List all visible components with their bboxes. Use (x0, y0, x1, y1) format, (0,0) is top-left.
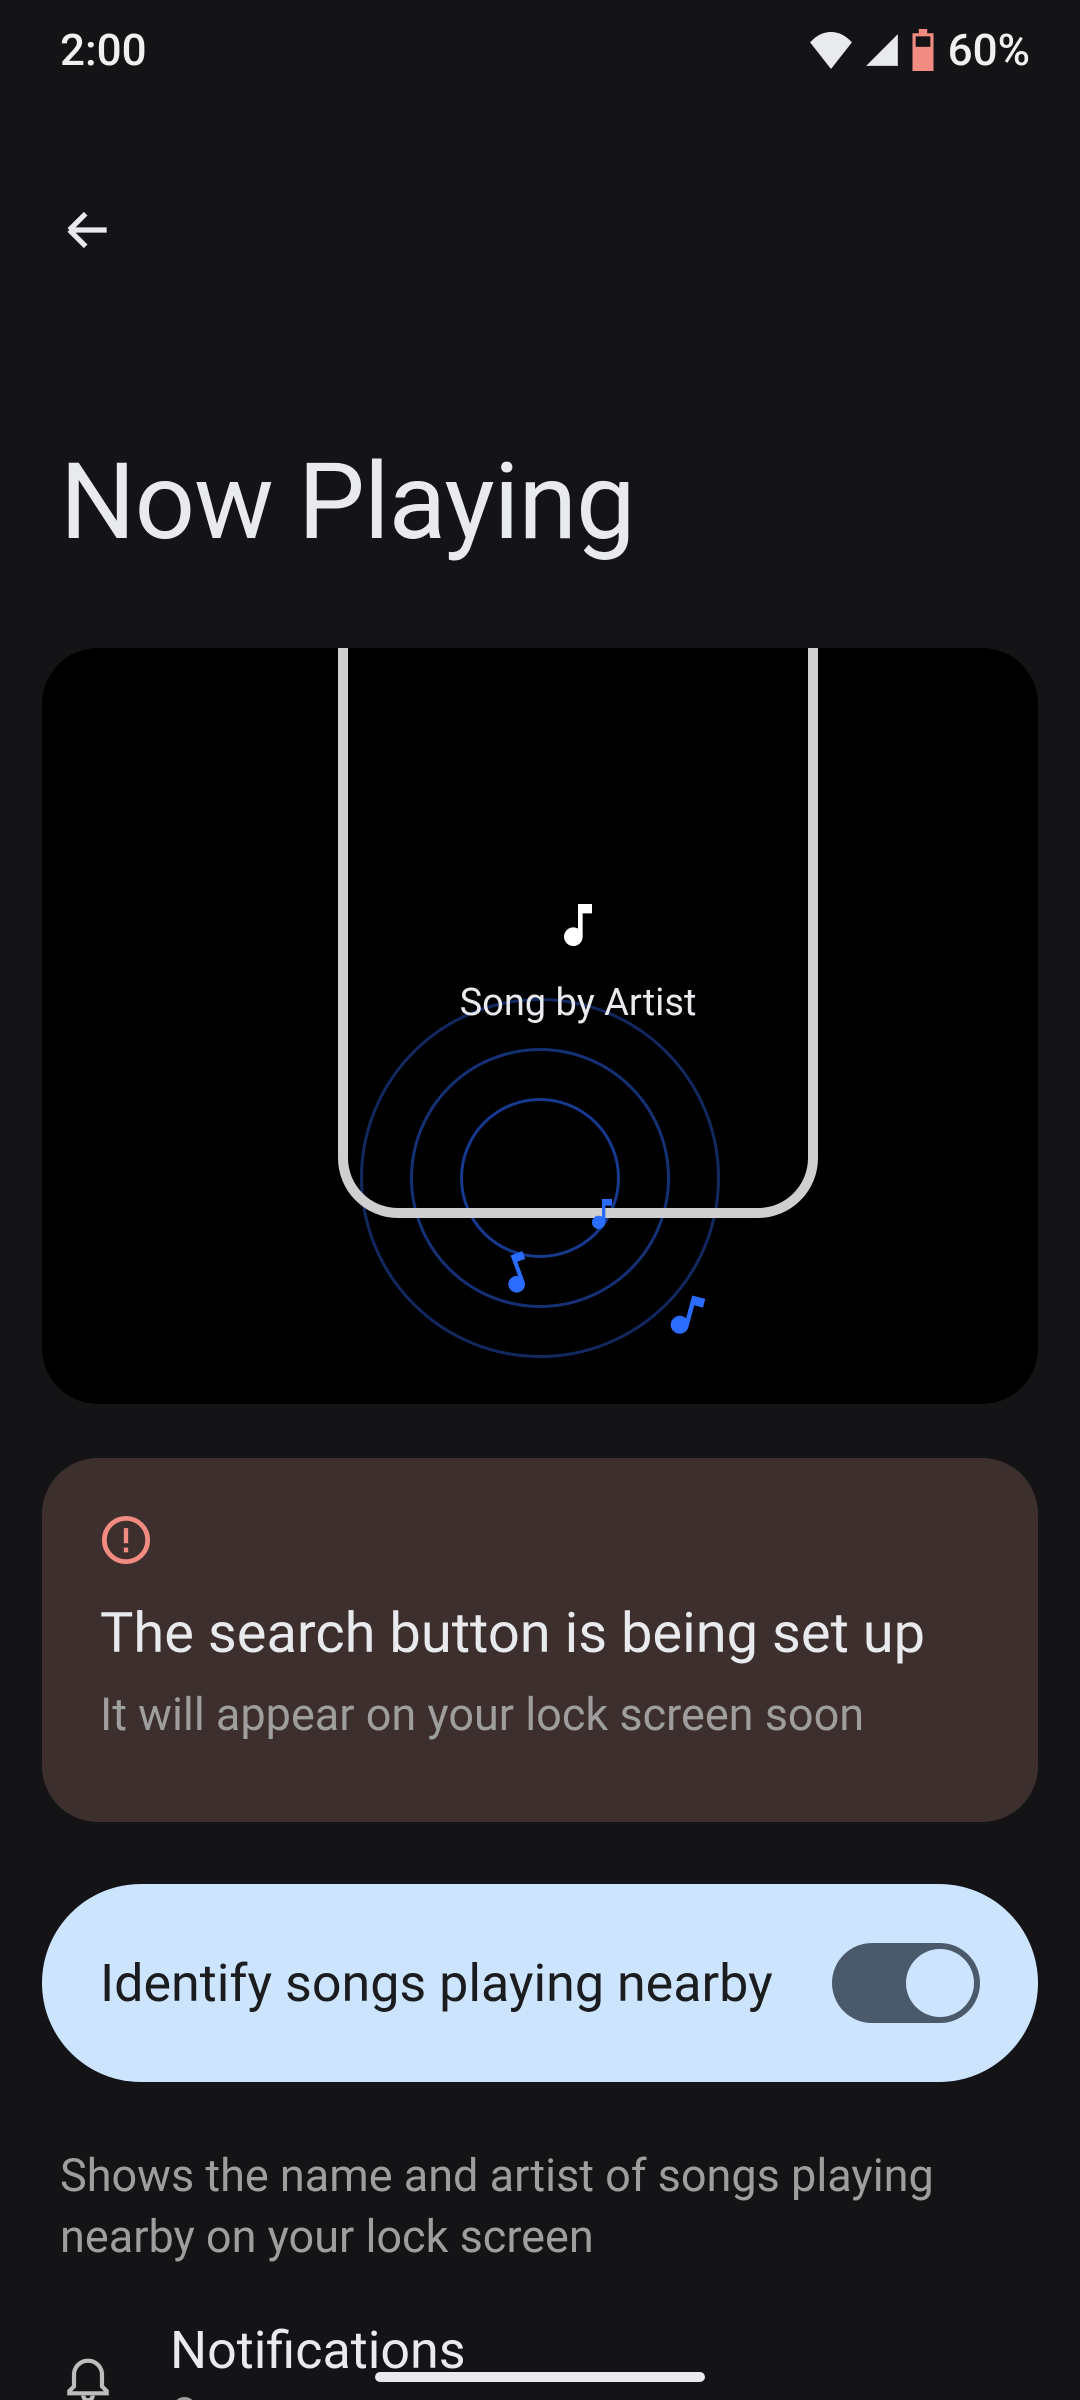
battery-icon (910, 29, 936, 71)
identify-songs-switch[interactable] (832, 1943, 980, 2023)
back-button[interactable] (48, 190, 128, 270)
identify-songs-toggle-row[interactable]: Identify songs playing nearby (42, 1884, 1038, 2082)
music-note-icon (660, 1288, 714, 1346)
phone-outline-icon: Song by Artist (338, 648, 818, 1218)
switch-knob (906, 1949, 974, 2017)
warning-title: The search button is being set up (100, 1600, 980, 1666)
status-time: 2:00 (60, 24, 147, 76)
music-note-icon (550, 891, 606, 963)
notifications-row[interactable]: Notifications On (60, 2320, 1020, 2400)
setup-warning-card: The search button is being set up It wil… (42, 1458, 1038, 1822)
arrow-left-icon (60, 202, 116, 258)
notifications-status: On (170, 2389, 466, 2400)
page-title: Now Playing (60, 440, 635, 564)
illustration-card: Song by Artist (42, 648, 1038, 1404)
cellular-icon (862, 31, 902, 69)
status-bar: 2:00 60% (0, 0, 1080, 100)
bell-icon (60, 2349, 116, 2400)
status-right: 60% (808, 24, 1030, 76)
illustration-song-label: Song by Artist (460, 981, 697, 1025)
music-note-icon (492, 1248, 542, 1302)
battery-percent: 60% (948, 24, 1030, 76)
alert-circle-icon (100, 1514, 980, 1570)
identify-songs-description: Shows the name and artist of songs playi… (60, 2146, 1020, 2268)
navigation-handle[interactable] (375, 2372, 705, 2382)
warning-subtitle: It will appear on your lock screen soon (100, 1688, 980, 1741)
wifi-icon (808, 31, 854, 69)
music-note-icon (582, 1194, 622, 1238)
identify-songs-label: Identify songs playing nearby (100, 1953, 773, 2014)
